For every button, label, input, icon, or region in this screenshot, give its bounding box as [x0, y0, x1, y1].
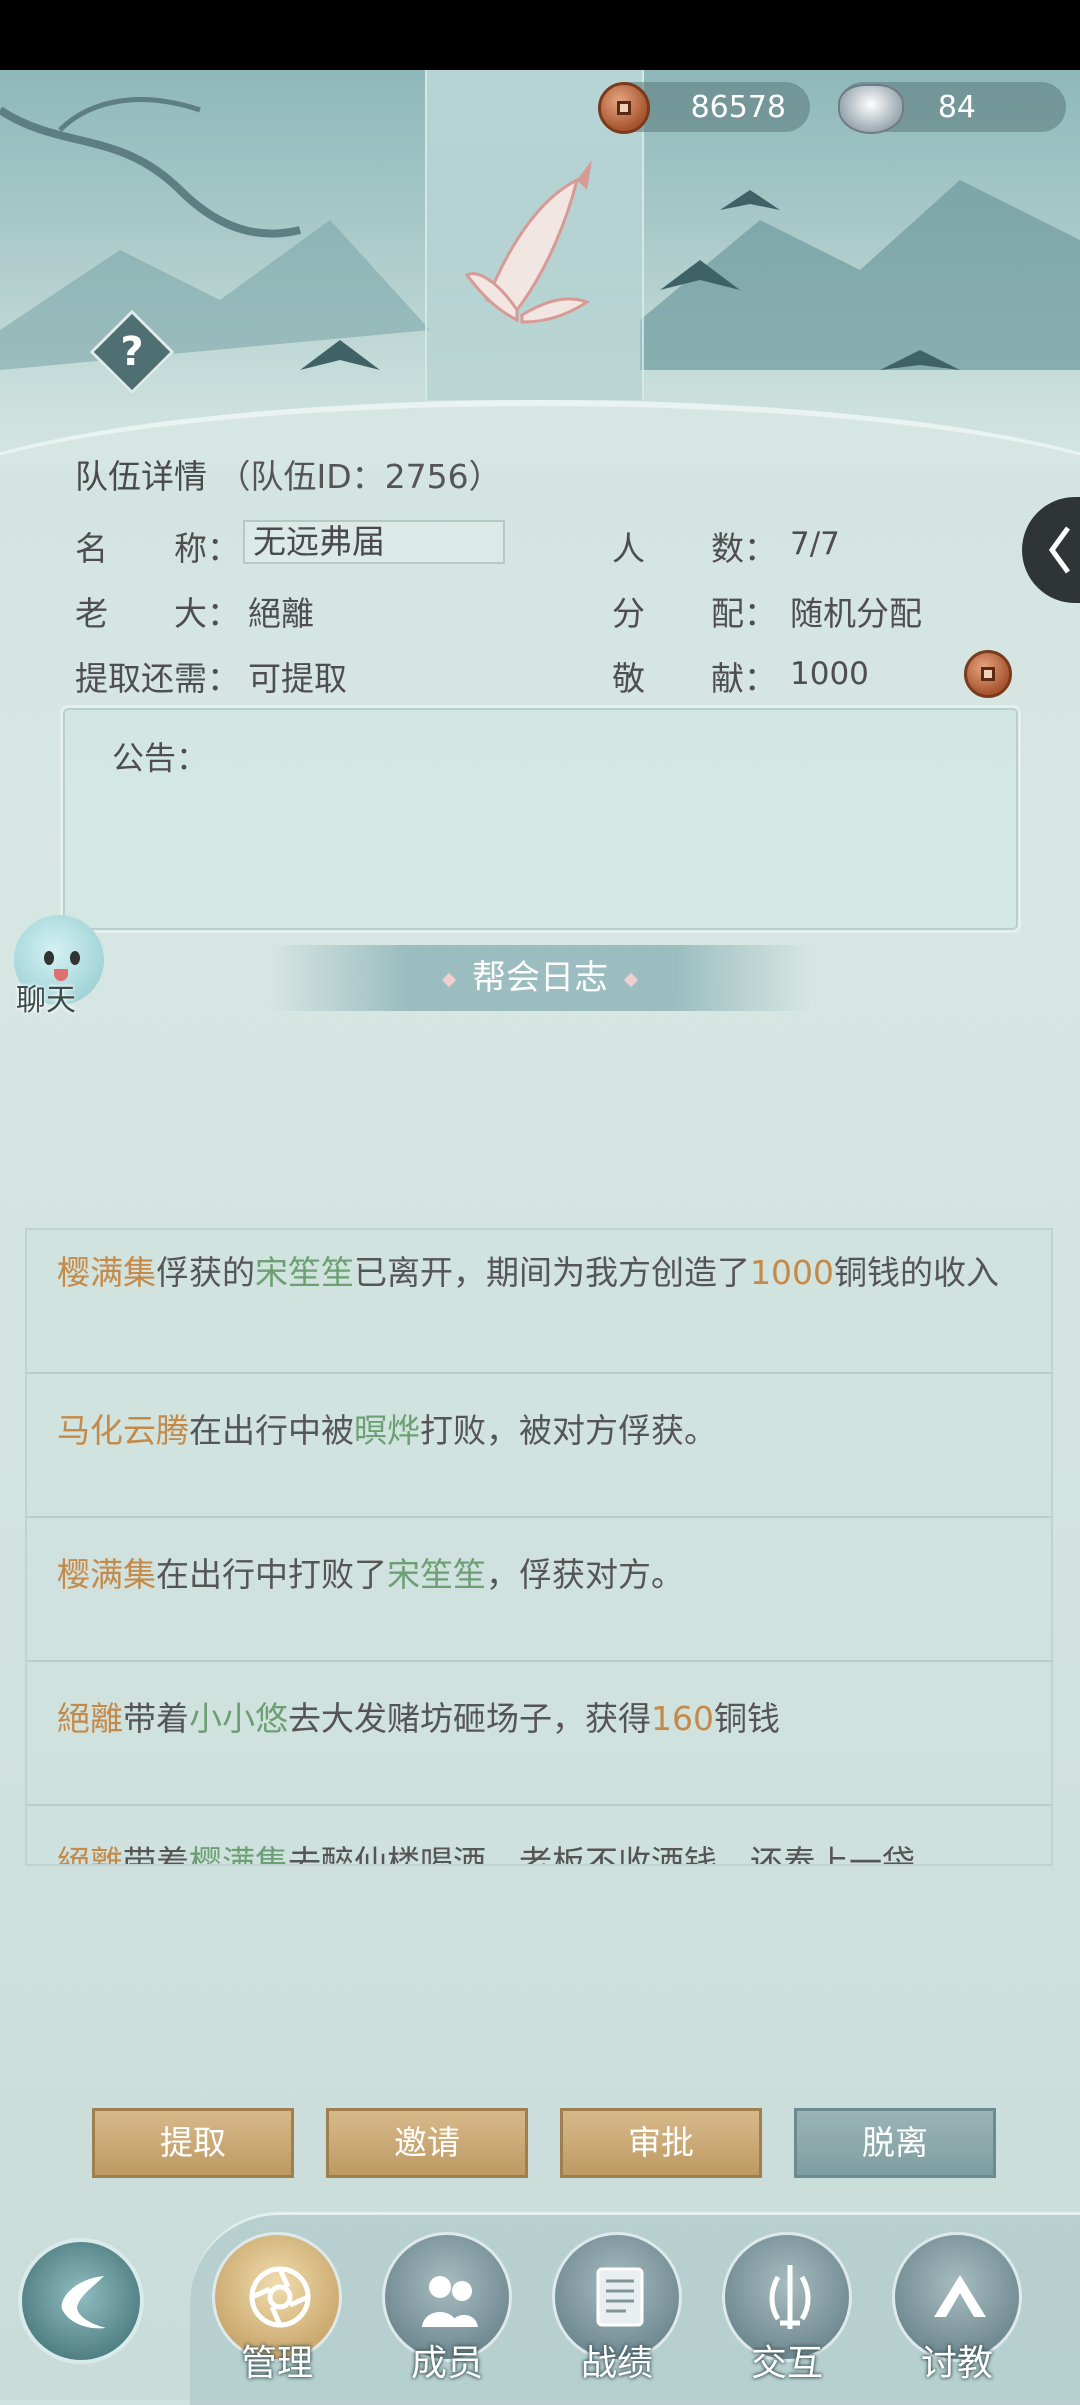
status-bar: [0, 0, 1080, 70]
log-text-segment: 在出行中打败了: [156, 1555, 387, 1594]
log-item: 马化云腾在出行中被暝烨打败，被对方俘获。: [27, 1374, 1051, 1518]
withdraw-value: 可提取: [248, 659, 347, 698]
log-text-segment: 俘获的: [156, 1253, 255, 1292]
nav-record-label: 战绩: [580, 2343, 653, 2384]
contribution-label: 敬 献：: [612, 659, 777, 698]
leave-button[interactable]: 脱离: [794, 2108, 996, 2178]
log-text-segment: 已离开，期间为我方创造了: [354, 1253, 750, 1292]
nav-manage-label: 管理: [240, 2343, 313, 2384]
guild-log-title: 帮会日志: [472, 958, 608, 998]
chat-label: 聊天: [16, 983, 76, 1018]
members-icon: [422, 2276, 478, 2327]
log-text-segment: 樱满集: [57, 1555, 156, 1594]
log-text-segment: 带着: [123, 1843, 189, 1866]
team-title-text: 队伍详情: [75, 457, 207, 496]
coin-icon: [598, 82, 650, 134]
contribution-value: 1000: [790, 656, 869, 692]
member-count-label: 人 数：: [612, 529, 777, 568]
log-item: 樱满集俘获的宋笙笙已离开，期间为我方创造了1000铜钱的收入: [27, 1252, 1051, 1374]
guild-log-header: 帮会日志: [270, 945, 810, 1011]
log-text-segment: 樱满集: [57, 1253, 156, 1292]
silver-ingot-icon: [838, 84, 904, 134]
log-text-segment: 宋笙笙: [255, 1253, 354, 1292]
log-text-segment: 暝烨: [354, 1411, 420, 1450]
nav-members-label: 成员: [410, 2343, 483, 2384]
member-count-value: 7/7: [790, 526, 840, 562]
side-expand-tab[interactable]: [1022, 497, 1080, 603]
log-text-segment: 宋笙笙: [387, 1555, 486, 1594]
log-text-segment: 絕離: [57, 1843, 123, 1866]
log-text-segment: 铜钱: [714, 1699, 780, 1738]
withdraw-label: 提取还需：: [75, 659, 240, 698]
distribution-label: 分 配：: [612, 594, 777, 633]
log-item: 樱满集在出行中打败了宋笙笙，俘获对方。: [27, 1518, 1051, 1662]
team-name-value: 无远弗届: [243, 520, 505, 564]
log-text-segment: 樱满集: [189, 1843, 288, 1866]
nav-interact-label: 交互: [750, 2343, 823, 2384]
distribution-value: 随机分配: [790, 594, 922, 633]
log-text-segment: 去醉仙楼喝酒，老板不收酒钱，还奉上一袋: [288, 1843, 915, 1866]
team-name-label: 名 称：: [75, 529, 240, 568]
log-text-segment: 去大发赌坊砸场子，获得: [288, 1699, 651, 1738]
invite-button[interactable]: 邀请: [326, 2108, 528, 2178]
back-arrow-icon: [61, 2276, 106, 2329]
log-item: 絕離带着小小悠去大发赌坊砸场子，获得160铜钱: [27, 1662, 1051, 1806]
log-text-segment: 絕離: [57, 1699, 123, 1738]
silver-balance-value: 84: [937, 90, 976, 125]
team-id-text: （队伍ID：2756）: [217, 457, 502, 496]
team-details-title: 队伍详情 （队伍ID：2756）: [75, 450, 502, 498]
fist-icon: [934, 2275, 986, 2317]
contribution-coin-icon[interactable]: [964, 650, 1012, 698]
withdraw-button[interactable]: 提取: [92, 2108, 294, 2178]
log-text-segment: 160: [651, 1699, 714, 1738]
log-item: 絕離带着樱满集去醉仙楼喝酒，老板不收酒钱，还奉上一袋: [27, 1806, 1051, 1866]
log-text-segment: 铜钱的收入: [833, 1253, 999, 1292]
log-text-segment: 1000: [750, 1253, 834, 1292]
log-text-segment: ，俘获对方。: [486, 1555, 684, 1594]
coin-balance-value: 86578: [690, 90, 786, 125]
chevron-left-icon: [1048, 526, 1071, 574]
crossed-swords-icon: [769, 2265, 811, 2329]
nav-challenge-label: 讨教: [920, 2343, 993, 2384]
boss-label: 老 大：: [75, 594, 240, 633]
guild-log-list[interactable]: 樱满集俘获的宋笙笙已离开，期间为我方创造了1000铜钱的收入 马化云腾在出行中被…: [25, 1228, 1053, 1866]
approve-button[interactable]: 审批: [560, 2108, 762, 2178]
announcement-label: 公告：: [112, 739, 209, 777]
log-text-segment: 在出行中被: [189, 1411, 354, 1450]
log-text-segment: 马化云腾: [57, 1411, 189, 1450]
log-text-segment: 带着: [123, 1699, 189, 1738]
log-text-segment: 小小悠: [189, 1699, 288, 1738]
manage-icon: [249, 2266, 311, 2328]
scroll-icon: [596, 2267, 644, 2327]
log-text-segment: 打败，被对方俘获。: [420, 1411, 717, 1450]
back-button[interactable]: [18, 2238, 144, 2364]
boss-value: 絕離: [248, 594, 314, 633]
